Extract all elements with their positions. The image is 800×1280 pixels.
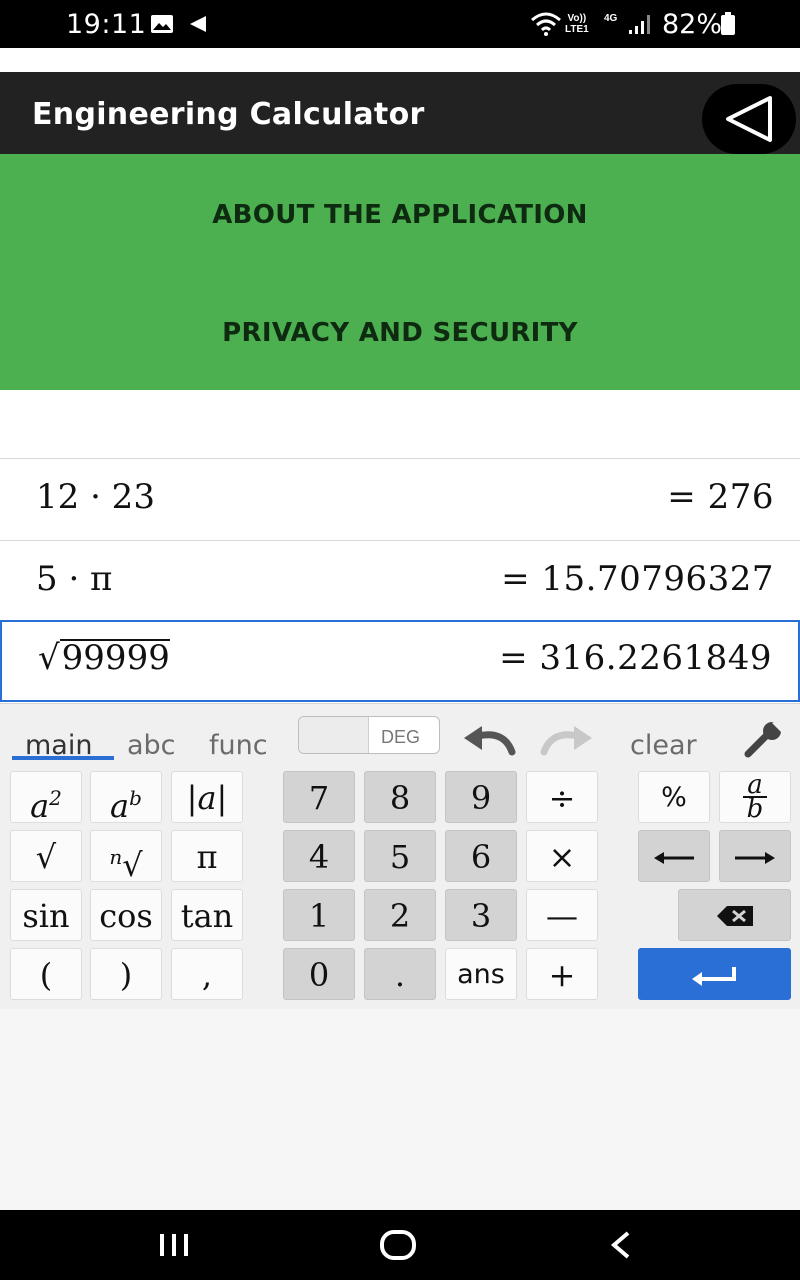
redo-arrow-icon[interactable] [538,722,596,763]
history-expression: √99999 [38,638,170,678]
status-bar: 19:11 Vo)) LTE1 4G 82% [0,0,800,48]
recent-apps-icon[interactable] [158,1232,192,1263]
backspace-icon [716,906,753,926]
digit-3-key[interactable]: 3 [445,889,517,941]
key-label: a [110,787,130,825]
history-row-active[interactable]: √99999 = 316.2261849 [0,620,800,702]
percent-key[interactable]: % [638,771,710,823]
tab-func[interactable]: func [209,730,268,761]
history-expression: 12 · 23 [36,477,155,517]
key-label: a [30,787,50,825]
cursor-right-key[interactable] [719,830,791,882]
network-type: 4G [604,13,618,24]
history-result: = 15.70796327 [501,559,774,599]
multiply-key[interactable]: × [526,830,598,882]
volte-line2: LTE1 [565,24,589,35]
battery-icon [720,12,736,41]
back-button[interactable] [702,84,796,154]
history-result: = 316.2261849 [499,638,772,678]
key-exponent: 2 [49,786,62,810]
root-index: n [109,845,123,869]
top-spacer [0,48,800,72]
app-title: Engineering Calculator [32,97,425,132]
sqrt-expression: √99999 [38,638,170,678]
cursor-left-key[interactable] [638,830,710,882]
minus-key[interactable]: — [526,889,598,941]
key-exponent: b [129,786,142,810]
back-nav-icon[interactable] [608,1230,634,1265]
fraction-denominator: b [746,794,764,824]
digit-6-key[interactable]: 6 [445,830,517,882]
decimal-point-key[interactable]: . [364,948,436,1000]
right-paren-key[interactable]: ) [90,948,162,1000]
digit-0-key[interactable]: 0 [283,948,355,1000]
left-paren-key[interactable]: ( [10,948,82,1000]
gallery-icon [150,14,174,39]
menu-item-privacy[interactable]: PRIVACY AND SECURITY [0,318,800,348]
battery-percent: 82% [662,9,723,40]
arrow-left-icon [654,852,694,864]
history-row[interactable]: 5 · π = 15.70796327 [0,540,800,622]
ans-key[interactable]: ans [445,948,517,1000]
undo-arrow-icon[interactable] [460,722,518,763]
tab-abc[interactable]: abc [127,730,176,761]
sqrt-radicand: 99999 [59,638,170,678]
digit-4-key[interactable]: 4 [283,830,355,882]
digit-2-key[interactable]: 2 [364,889,436,941]
power-key[interactable]: ab [90,771,162,825]
digit-9-key[interactable]: 9 [445,771,517,823]
comma-key[interactable]: , [171,948,243,1000]
digit-5-key[interactable]: 5 [364,830,436,882]
volte-line1: Vo)) [567,13,587,24]
fraction-symbol: ab [743,772,767,824]
calculator-keyboard: main abc func DEG clear a2 ab |a| 7 8 9 … [0,703,800,1009]
arrow-right-icon [735,852,775,864]
root-symbol: √ [122,846,143,884]
navigation-arrow-icon [188,14,208,39]
triangle-left-icon [726,96,772,142]
tan-key[interactable]: tan [171,889,243,941]
blank-area [0,390,800,458]
signal-icon [628,13,654,40]
wifi-icon [530,12,562,41]
menu-item-about[interactable]: ABOUT THE APPLICATION [0,200,800,230]
sqrt-symbol: √ [38,638,60,678]
divide-key[interactable]: ÷ [526,771,598,823]
volte-indicator: Vo)) LTE1 [565,13,589,35]
enter-icon [691,967,736,986]
clear-button[interactable]: clear [630,730,697,761]
app-bar: Engineering Calculator [0,72,800,154]
navigation-bar [0,1210,800,1280]
history-expression: 5 · π [36,559,113,599]
backspace-key[interactable] [678,889,791,941]
angle-mode-toggle[interactable]: DEG [298,716,440,754]
history-result: = 276 [667,477,774,517]
sqrt-key[interactable]: √ [10,830,82,882]
sin-key[interactable]: sin [10,889,82,941]
digit-1-key[interactable]: 1 [283,889,355,941]
empty-area [0,1009,800,1210]
fraction-key[interactable]: ab [719,771,791,823]
status-time: 19:11 [66,9,147,40]
plus-key[interactable]: + [526,948,598,1000]
digit-8-key[interactable]: 8 [364,771,436,823]
angle-mode-label: DEG [381,727,421,747]
history-row[interactable]: 12 · 23 = 276 [0,458,800,540]
tab-underline [12,756,114,760]
wrench-icon[interactable] [742,720,786,765]
abs-key[interactable]: |a| [171,771,243,823]
home-icon[interactable] [380,1230,416,1265]
menu-panel: ABOUT THE APPLICATION PRIVACY AND SECURI… [0,154,800,390]
digit-7-key[interactable]: 7 [283,771,355,823]
cos-key[interactable]: cos [90,889,162,941]
toggle-knob [299,717,369,753]
enter-key[interactable] [638,948,791,1000]
square-key[interactable]: a2 [10,771,82,825]
pi-key[interactable]: π [171,830,243,882]
nth-root-key[interactable]: n√ [90,830,162,884]
